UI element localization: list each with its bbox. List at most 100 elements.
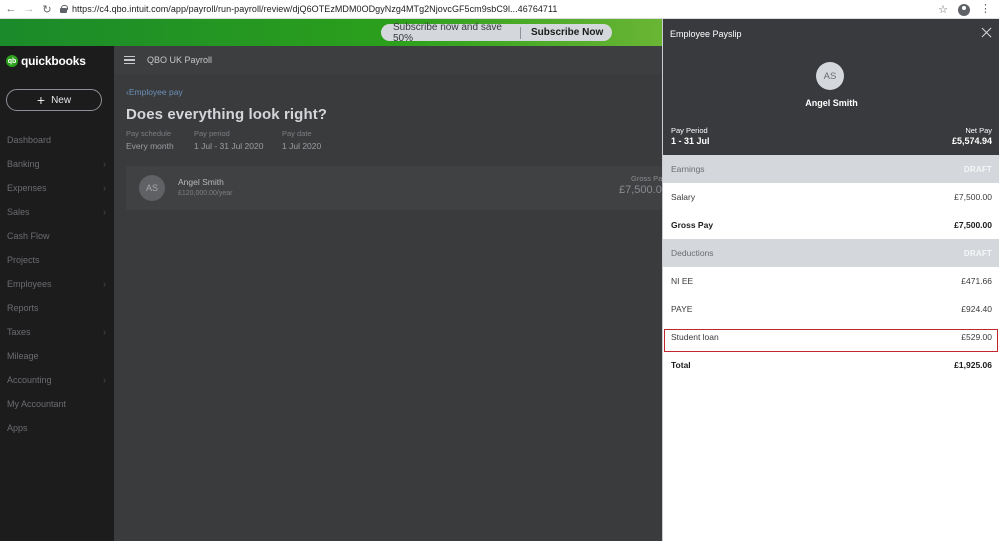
sidebar-item-label: Projects (7, 255, 40, 265)
pay-period-meta: Pay period 1 Jul - 31 Jul 2020 (194, 129, 263, 151)
sidebar-item-employees[interactable]: Employees › (0, 272, 114, 296)
meta-value: 1 Jul - 31 Jul 2020 (194, 141, 264, 151)
sidebar-item-label: Sales (7, 207, 30, 217)
new-button-label: New (51, 94, 72, 106)
browser-menu-icon[interactable]: ⋮ (980, 4, 991, 15)
row-label: Total (671, 360, 691, 370)
sidebar-item-label: Apps (7, 423, 28, 433)
row-value: £1,925.06 (954, 360, 992, 370)
meta-label: Pay schedule (126, 129, 172, 138)
new-button[interactable]: + New (6, 89, 102, 111)
sidebar-item-banking[interactable]: Banking › (0, 152, 114, 176)
pay-period-value: 1 - 31 Jul (671, 136, 710, 146)
plus-icon: + (36, 92, 46, 108)
row-value: £924.40 (961, 304, 992, 314)
employee-payslip-drawer: Employee Payslip AS Angel Smith Pay Peri… (662, 19, 999, 541)
sidebar-item-my-accountant[interactable]: My Accountant (0, 392, 114, 416)
sidebar-item-accounting[interactable]: Accounting › (0, 368, 114, 392)
logo-text: quickbooks (21, 54, 86, 68)
sidebar-item-label: Accounting (7, 375, 52, 385)
row-value: £7,500.00 (954, 220, 992, 230)
salary-row: Salary £7,500.00 (663, 183, 999, 211)
review-panel: ‹Employee pay Does everything look right… (114, 74, 668, 541)
sidebar-nav: Dashboard Banking › Expenses › Sales › Cash Flo… (0, 128, 114, 440)
row-label: Salary (671, 192, 696, 202)
sidebar-item-sales[interactable]: Sales › (0, 200, 114, 224)
main-area: QBO UK Payroll ‹Employee pay Does everyt… (114, 46, 668, 541)
promo-pill: Subscribe now and save 50% Subscribe Now (381, 21, 612, 44)
sidebar-item-label: Expenses (7, 183, 47, 193)
sidebar-item-label: Taxes (7, 327, 31, 337)
meta-value: 1 Jul 2020 (282, 141, 322, 151)
sidebar-item-label: Employees (7, 279, 52, 289)
page-title: Does everything look right? (126, 106, 328, 123)
reload-icon[interactable]: ↻ (40, 2, 54, 16)
company-name: QBO UK Payroll (147, 55, 213, 65)
row-value: £529.00 (961, 332, 992, 342)
subscribe-now-button[interactable]: Subscribe Now (521, 27, 603, 38)
meta-label: Pay period (194, 129, 230, 138)
address-bar[interactable]: https://c4.qbo.intuit.com/app/payroll/ru… (60, 2, 557, 17)
row-value: £7,500.00 (954, 192, 992, 202)
pay-date-meta: Pay date 1 Jul 2020 (282, 129, 321, 151)
payslip-employee-name: Angel Smith (805, 98, 858, 108)
employee-name[interactable]: Angel Smith (178, 177, 224, 187)
net-pay-value: £5,574.94 (951, 136, 992, 146)
quickbooks-logo-icon: qb (6, 55, 18, 67)
payslip-header: Employee Payslip AS Angel Smith Pay Peri… (663, 19, 999, 155)
net-pay-label: Net Pay (965, 126, 992, 135)
promo-text: Subscribe now and save 50% (393, 21, 502, 44)
sidebar-item-projects[interactable]: Projects (0, 248, 114, 272)
sidebar-item-label: Dashboard (7, 135, 52, 145)
employee-pay-back-link[interactable]: ‹Employee pay (126, 87, 183, 97)
draft-badge: DRAFT (963, 164, 992, 174)
account-icon[interactable] (958, 3, 970, 16)
close-icon[interactable] (981, 27, 992, 38)
earnings-section-header: Earnings DRAFT (663, 155, 999, 183)
bookmark-star-icon[interactable]: ☆ (938, 3, 948, 16)
gross-pay-row: Gross Pay £7,500.00 (663, 211, 999, 239)
row-label: NI EE (671, 276, 694, 286)
back-link-label: Employee pay (128, 87, 183, 97)
avatar: AS (139, 175, 165, 201)
meta-label: Pay date (282, 129, 312, 138)
row-label: Student loan (671, 332, 719, 342)
meta-value: Every month (126, 141, 174, 151)
quickbooks-logo[interactable]: qb quickbooks (6, 54, 86, 68)
chevron-right-icon: › (103, 207, 106, 217)
gross-pay-label: Gross Pay (631, 174, 667, 183)
sidebar: qb quickbooks + New Dashboard Banking › Exp… (0, 46, 114, 541)
sidebar-item-label: My Accountant (7, 399, 67, 409)
hamburger-menu-icon[interactable] (124, 56, 135, 64)
pay-period-label: Pay Period (671, 126, 708, 135)
employee-row[interactable]: AS Angel Smith £120,000.00/year Gross Pa… (126, 166, 668, 210)
back-arrow-icon[interactable]: ← (4, 2, 18, 16)
deductions-total-row: Total £1,925.06 (663, 351, 999, 379)
url-text[interactable]: https://c4.qbo.intuit.com/app/payroll/ru… (72, 4, 557, 14)
sidebar-item-label: Reports (7, 303, 39, 313)
sidebar-item-expenses[interactable]: Expenses › (0, 176, 114, 200)
row-label: PAYE (671, 304, 693, 314)
forward-arrow-icon[interactable]: → (22, 2, 36, 16)
lock-icon (60, 5, 68, 13)
sidebar-item-dashboard[interactable]: Dashboard (0, 128, 114, 152)
chevron-right-icon: › (103, 375, 106, 385)
avatar: AS (816, 62, 844, 90)
sidebar-item-label: Banking (7, 159, 40, 169)
ni-ee-row: NI EE £471.66 (663, 267, 999, 295)
sidebar-item-taxes[interactable]: Taxes › (0, 320, 114, 344)
section-title: Deductions (671, 248, 714, 258)
row-label: Gross Pay (671, 220, 714, 230)
deductions-section-header: Deductions DRAFT (663, 239, 999, 267)
main-header: QBO UK Payroll (114, 46, 662, 74)
row-value: £471.66 (961, 276, 992, 286)
paye-row: PAYE £924.40 (663, 295, 999, 323)
gross-pay-value: £7,500.00 (619, 184, 668, 196)
sidebar-item-reports[interactable]: Reports (0, 296, 114, 320)
sidebar-item-mileage[interactable]: Mileage (0, 344, 114, 368)
sidebar-item-apps[interactable]: Apps (0, 416, 114, 440)
browser-toolbar: ← → ↻ https://c4.qbo.intuit.com/app/payr… (0, 0, 999, 19)
sidebar-item-cash-flow[interactable]: Cash Flow (0, 224, 114, 248)
pay-schedule-meta: Pay schedule Every month (126, 129, 174, 151)
chevron-right-icon: › (103, 159, 106, 169)
